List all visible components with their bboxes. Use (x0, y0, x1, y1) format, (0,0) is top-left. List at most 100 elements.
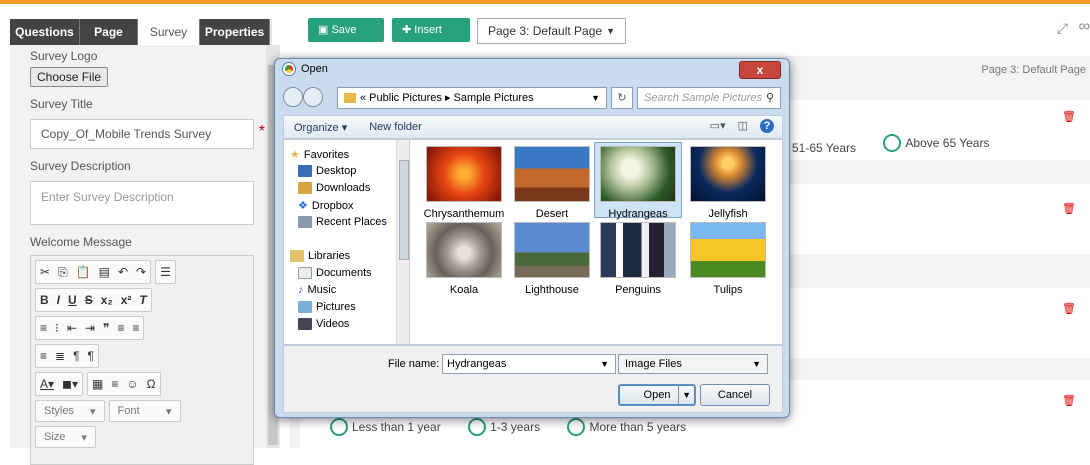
cut-icon[interactable]: ✂ (40, 265, 50, 279)
file-item[interactable]: Tulips (684, 222, 772, 296)
save-button[interactable]: ▣ Save (308, 18, 384, 42)
nav-scrollbar[interactable] (396, 140, 410, 344)
trash-icon[interactable]: 🗑 (1062, 202, 1076, 215)
source-icon[interactable]: ☰ (160, 265, 171, 279)
close-button[interactable]: x (739, 61, 781, 79)
required-star-icon: * (258, 123, 265, 140)
outdent-icon[interactable]: ⇤ (67, 321, 77, 335)
redo-icon[interactable]: ↷ (136, 265, 146, 279)
tree-downloads[interactable]: Downloads (298, 182, 370, 194)
size-dropdown[interactable]: Size ▾ (35, 426, 96, 448)
preview-pane-icon[interactable]: ◫ (738, 119, 748, 133)
radio-circle-icon (567, 418, 586, 436)
ltr-icon[interactable]: ¶ (73, 349, 79, 363)
indent-icon[interactable]: ⇥ (85, 321, 95, 335)
file-item[interactable]: Chrysanthemum (420, 146, 508, 220)
file-type-select[interactable]: Image Files ▼ (618, 354, 768, 374)
strikethrough-icon[interactable]: S (85, 293, 93, 307)
italic-icon[interactable]: I (57, 293, 60, 307)
bullet-list-icon[interactable]: ⁝ (55, 321, 59, 335)
tab-questions[interactable]: Questions (10, 19, 80, 45)
special-char-icon[interactable]: Ω (147, 377, 156, 391)
tab-page[interactable]: Page (80, 19, 138, 45)
tree-documents[interactable]: Documents (298, 267, 372, 279)
address-bar[interactable]: « Public Pictures ▸ Sample Pictures ▼ (337, 87, 607, 109)
file-item[interactable]: Desert (508, 146, 596, 220)
tab-properties[interactable]: Properties (200, 19, 270, 45)
undo-icon[interactable]: ↶ (118, 265, 128, 279)
file-item[interactable]: Koala (420, 222, 508, 296)
file-item-selected[interactable]: Hydrangeas (594, 142, 682, 220)
tree-music[interactable]: ♪ Music (298, 284, 336, 296)
radio-option[interactable]: More than 5 years (567, 418, 686, 436)
radio-option[interactable]: Less than 1 year (330, 418, 441, 436)
trash-icon[interactable]: 🗑 (1062, 302, 1076, 315)
help-icon[interactable]: ? (760, 119, 774, 133)
thumbnail-image (600, 146, 676, 202)
back-icon[interactable] (283, 87, 303, 107)
align-center-icon[interactable]: ≡ (132, 321, 139, 335)
text-color-icon[interactable]: A▾ (40, 377, 54, 391)
rich-text-editor[interactable]: ✂ ⎘ 📋 ▤ ↶ ↷ ☰ B I U S x₂ x² T ≡ ⁝ ⇤ ⇥ ❞ … (30, 255, 254, 465)
align-left-icon[interactable]: ≡ (117, 321, 124, 335)
justify-icon[interactable]: ≣ (55, 349, 65, 363)
tree-desktop[interactable]: Desktop (298, 165, 356, 177)
cancel-button[interactable]: Cancel (700, 384, 770, 406)
align-right-icon[interactable]: ≡ (40, 349, 47, 363)
tab-survey[interactable]: Survey (138, 19, 200, 45)
open-button[interactable]: Open ▼ (618, 384, 696, 406)
paste-icon[interactable]: 📋 (76, 265, 91, 279)
underline-icon[interactable]: U (68, 293, 77, 307)
tree-pictures[interactable]: Pictures (298, 301, 356, 313)
styles-dropdown[interactable]: Styles ▾ (35, 400, 105, 422)
scroll-thumb[interactable] (399, 160, 409, 260)
expand-icon[interactable]: ⤢ (1057, 20, 1068, 37)
page-select[interactable]: Page 3: Default Page ▼ (477, 18, 626, 44)
bold-icon[interactable]: B (40, 293, 49, 307)
choose-file-button[interactable]: Choose File (30, 67, 109, 87)
search-input[interactable]: Search Sample Pictures ⚲ (637, 87, 781, 109)
file-item[interactable]: Lighthouse (508, 222, 596, 296)
tree-recent-places[interactable]: Recent Places (298, 216, 387, 228)
remove-format-icon[interactable]: T (139, 293, 146, 307)
trash-icon[interactable]: 🗑 (1062, 110, 1076, 123)
thumbnail-image (690, 146, 766, 202)
thumbnail-image (600, 222, 676, 278)
rtl-icon[interactable]: ¶ (88, 349, 94, 363)
chevron-down-icon[interactable]: ▼ (678, 385, 691, 405)
radio-option[interactable]: 1-3 years (468, 418, 540, 436)
clipboard-group: ✂ ⎘ 📋 ▤ ↶ ↷ (35, 260, 152, 284)
tree-label: Pictures (316, 301, 356, 313)
forward-icon[interactable] (303, 87, 323, 107)
insert-page-button[interactable]: ✚ Insert Page (392, 18, 470, 60)
numbered-list-icon[interactable]: ≡ (40, 321, 47, 335)
new-folder-button[interactable]: New folder (369, 121, 422, 133)
file-item[interactable]: Penguins (594, 222, 682, 296)
tree-dropbox[interactable]: ❖ Dropbox (298, 199, 353, 213)
radio-option[interactable]: 51-65 Years (792, 141, 856, 155)
paste-text-icon[interactable]: ▤ (99, 265, 110, 279)
table-icon[interactable]: ▦ (92, 377, 103, 391)
link-icon[interactable]: ∞ (1079, 18, 1090, 36)
refresh-icon[interactable]: ↻ (611, 87, 633, 109)
tree-favorites[interactable]: ★ Favorites (290, 148, 349, 162)
file-item[interactable]: Jellyfish (684, 146, 772, 220)
navigation-pane: ★ Favorites Desktop Downloads ❖ Dropbox Re… (283, 139, 410, 345)
survey-title-input[interactable]: Copy_Of_Mobile Trends Survey * (30, 119, 265, 149)
bg-color-icon[interactable]: ◼▾ (62, 377, 78, 391)
font-dropdown[interactable]: Font ▾ (108, 400, 181, 422)
tree-libraries[interactable]: Libraries (290, 250, 350, 262)
trash-icon[interactable]: 🗑 (1062, 394, 1076, 407)
tree-videos[interactable]: Videos (298, 318, 349, 330)
copy-icon[interactable]: ⎘ (58, 265, 68, 280)
file-name-input[interactable]: Hydrangeas ▼ (442, 354, 616, 374)
hr-icon[interactable]: ≡ (111, 377, 118, 391)
smiley-icon[interactable]: ☺ (126, 377, 138, 391)
organize-button[interactable]: Organize ▾ (294, 121, 347, 134)
subscript-icon[interactable]: x₂ (101, 293, 113, 307)
radio-option[interactable]: Above 65 Years (883, 134, 989, 152)
survey-description-input[interactable]: Enter Survey Description (30, 181, 254, 225)
blockquote-icon[interactable]: ❞ (103, 321, 109, 335)
superscript-icon[interactable]: x² (121, 293, 132, 307)
view-options-icon[interactable]: ▭▾ (710, 119, 726, 133)
